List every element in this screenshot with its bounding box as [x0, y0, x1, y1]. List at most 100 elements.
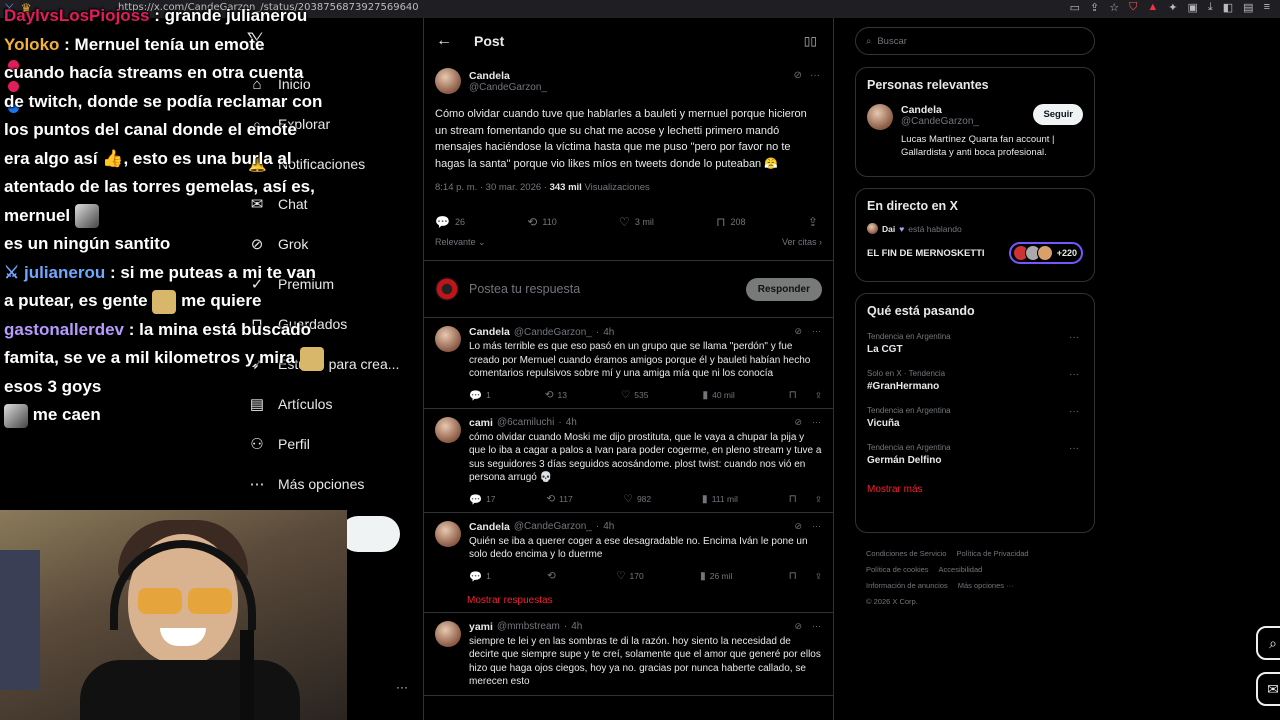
repost-action[interactable]: ⟲ 13: [545, 389, 567, 402]
reply-tweet[interactable]: ⊘ ··· Candela @CandeGarzon_ · 4h Lo más t…: [424, 318, 833, 409]
extensions-icon[interactable]: ✦: [1168, 1, 1177, 14]
reply-input[interactable]: Postea tu respuesta: [469, 282, 736, 296]
relevant-handle[interactable]: @CandeGarzon_: [901, 116, 979, 127]
bookmark-action[interactable]: ⊓ ⇪: [789, 493, 822, 506]
grok-chat-icon[interactable]: ⌕: [1256, 626, 1280, 660]
brave-shield-icon[interactable]: ⛉: [1129, 1, 1137, 14]
author-handle[interactable]: @6camiluchi: [497, 417, 554, 428]
footer-link[interactable]: Política de cookies: [866, 565, 929, 574]
reply-action[interactable]: 💬 17: [469, 493, 496, 506]
trend-item[interactable]: Tendencia en Argentina Vicuña ···: [867, 406, 1083, 429]
avatar[interactable]: [435, 326, 461, 352]
avatar[interactable]: [435, 416, 461, 443]
show-replies-link[interactable]: Mostrar respuestas: [467, 595, 822, 606]
views-action[interactable]: ▮ 111 mil: [702, 493, 738, 506]
author-name[interactable]: yami: [469, 621, 493, 633]
reply-tweet[interactable]: ⊘ ··· Candela @CandeGarzon_ · 4h Quién se…: [424, 513, 833, 613]
author-handle[interactable]: @CandeGarzon_: [469, 82, 547, 93]
footer-link[interactable]: Información de anuncios: [866, 581, 948, 590]
trend-item[interactable]: Tendencia en Argentina Germán Delfino ··…: [867, 443, 1083, 466]
grok-icon[interactable]: ⊘: [794, 70, 802, 81]
more-icon[interactable]: ···: [812, 521, 821, 532]
tweet-time[interactable]: 4h: [571, 621, 582, 632]
reader-mode-icon[interactable]: ▯▯: [804, 34, 817, 48]
grok-icon[interactable]: ⊘: [794, 521, 802, 532]
share-icon[interactable]: ⇪: [815, 494, 822, 505]
more-icon[interactable]: ···: [812, 326, 821, 337]
views-action[interactable]: ▮ 40 mil: [702, 389, 734, 402]
reply-action[interactable]: 💬 26: [435, 215, 465, 229]
download-icon[interactable]: ⤓: [1208, 1, 1213, 14]
author-name[interactable]: Candela: [469, 326, 510, 338]
triangle-icon[interactable]: ▲: [1147, 1, 1158, 14]
grok-icon[interactable]: ⊘: [794, 326, 802, 337]
show-more-link[interactable]: Mostrar más: [867, 484, 1083, 495]
grok-icon[interactable]: ⊘: [794, 621, 802, 632]
avatar[interactable]: [435, 68, 461, 94]
window-icon[interactable]: ◧: [1223, 1, 1233, 14]
repost-action[interactable]: ⟲ 110: [527, 215, 556, 229]
like-action[interactable]: ♡ 535: [621, 389, 649, 402]
bookmark-action[interactable]: ⊓ ⇪: [789, 389, 822, 402]
author-name[interactable]: Candela: [469, 521, 510, 533]
share-icon[interactable]: ⇪: [815, 571, 822, 582]
reply-submit-button[interactable]: Responder: [745, 277, 822, 301]
messages-icon[interactable]: ✉: [1256, 672, 1280, 706]
reply-tweet[interactable]: ⊘ ··· cami @6camiluchi · 4h cómo olvidar …: [424, 409, 833, 513]
reply-tweet[interactable]: ⊘ ··· yami @mmbstream · 4h siempre te lei…: [424, 613, 833, 696]
more-icon[interactable]: ···: [396, 680, 408, 694]
quotes-link[interactable]: Ver citas ›: [782, 237, 822, 248]
repost-action[interactable]: ⟲: [547, 570, 560, 583]
share-action[interactable]: ⇪: [808, 215, 818, 229]
more-icon[interactable]: ···: [812, 621, 821, 632]
more-icon[interactable]: ···: [1069, 406, 1079, 417]
post-time[interactable]: 8:14 p. m. · 30 mar. 2026 ·: [435, 182, 547, 193]
author-name[interactable]: Candela: [469, 70, 547, 82]
more-icon[interactable]: ···: [812, 417, 821, 428]
trend-item[interactable]: Tendencia en Argentina La CGT ···: [867, 332, 1083, 355]
avatar[interactable]: [435, 520, 461, 547]
more-icon[interactable]: ···: [1069, 332, 1079, 343]
relevant-user[interactable]: Candela @CandeGarzon_ Seguir: [867, 104, 1083, 130]
footer-link[interactable]: Más opciones ···: [958, 581, 1014, 590]
more-icon[interactable]: ···: [1069, 369, 1079, 380]
more-icon[interactable]: ···: [1069, 443, 1079, 454]
repost-action[interactable]: ⟲ 117: [546, 493, 572, 506]
avatar[interactable]: [867, 104, 893, 130]
sidebar-icon[interactable]: ▣: [1187, 1, 1197, 14]
search-input[interactable]: ⌕ Buscar: [855, 27, 1095, 55]
reply-action[interactable]: 💬 1: [469, 570, 491, 583]
author-name[interactable]: cami: [469, 417, 493, 429]
tweet-time[interactable]: 4h: [566, 417, 577, 428]
post-button[interactable]: [340, 516, 400, 552]
more-icon[interactable]: ···: [810, 70, 820, 81]
like-action[interactable]: ♡ 982: [624, 493, 652, 506]
star-icon[interactable]: ☆: [1109, 1, 1119, 14]
trend-item[interactable]: Solo en X · Tendencia #GranHermano ···: [867, 369, 1083, 392]
footer-link[interactable]: Política de Privacidad: [956, 549, 1028, 558]
share-icon[interactable]: ⇪: [815, 390, 822, 401]
footer-link[interactable]: Accesibilidad: [939, 565, 983, 574]
avatar[interactable]: [435, 620, 461, 647]
author-handle[interactable]: @mmbstream: [497, 621, 560, 632]
back-arrow-icon[interactable]: ←: [436, 32, 452, 50]
author-handle[interactable]: @CandeGarzon_: [514, 327, 592, 338]
menu-icon[interactable]: ≡: [1264, 1, 1270, 14]
tweet-time[interactable]: 4h: [603, 327, 614, 338]
grok-icon[interactable]: ⊘: [794, 417, 802, 428]
live-space[interactable]: EL FIN DE MERNOSKETTI +220: [867, 242, 1083, 264]
share-icon[interactable]: ⇪: [1090, 1, 1099, 14]
wallet-icon[interactable]: ▤: [1243, 1, 1253, 14]
tweet-time[interactable]: 4h: [603, 521, 614, 532]
reply-action[interactable]: 💬 1: [469, 389, 491, 402]
follow-button[interactable]: Seguir: [1033, 104, 1083, 125]
sort-dropdown[interactable]: Relevante ⌄: [435, 237, 486, 248]
bookmark-action[interactable]: ⊓ 208: [716, 215, 745, 229]
nav-item-perfil[interactable]: ⚇ Perfil: [248, 424, 399, 464]
footer-link[interactable]: Condiciones de Servicio: [866, 549, 946, 558]
nav-item-más-opciones[interactable]: ⋯ Más opciones: [248, 464, 399, 504]
like-action[interactable]: ♡ 170: [616, 570, 644, 583]
author-handle[interactable]: @CandeGarzon_: [514, 521, 592, 532]
like-action[interactable]: ♡ 3 mil: [619, 215, 654, 229]
bookmark-action[interactable]: ⊓ ⇪: [789, 570, 822, 583]
